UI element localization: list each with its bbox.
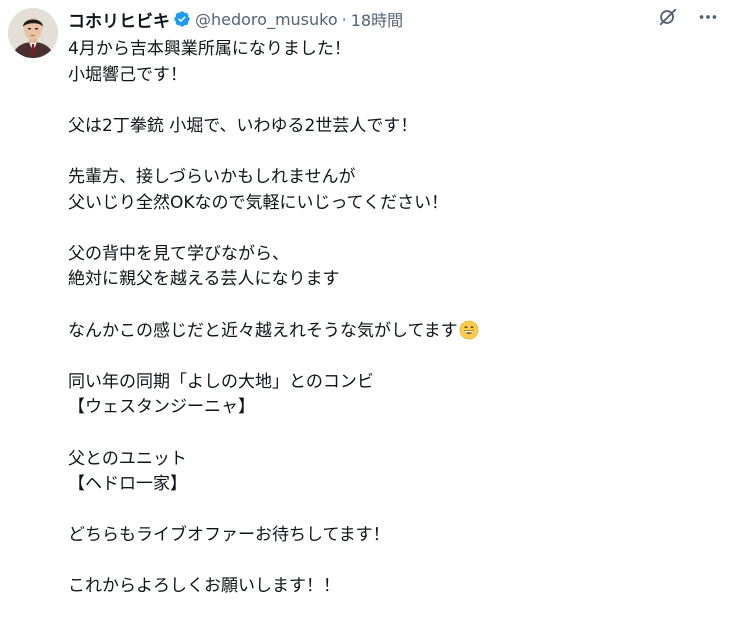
tweet-line: 先輩方、接しづらいかもしれませんが	[68, 166, 356, 187]
grinning-face-emoji-icon	[459, 320, 479, 340]
tweet-line: 父とのユニット	[68, 448, 187, 469]
tweet: コホリヒビキ @hedoro_musuko · 18時間 4月から吉本興業所属に…	[0, 0, 729, 617]
tweet-line: なんかこの感じだと近々越えれそうな気がしてます	[68, 320, 458, 341]
tweet-line: 小堀響己です！	[68, 64, 187, 85]
tweet-line: これからよろしくお願いします！！	[68, 576, 340, 597]
tweet-line-with-emoji: なんかこの感じだと近々越えれそうな気がしてます	[68, 319, 708, 345]
separator-dot: ·	[341, 9, 347, 29]
tweet-line: 父の背中を見て学びながら、	[68, 243, 289, 264]
tweet-line: 同い年の同期「よしの大地」とのコンビ	[68, 371, 374, 392]
avatar[interactable]	[8, 8, 58, 58]
tweet-line: どちらもライブオファーお待ちしてます！	[68, 525, 390, 546]
tweet-text: 4月から吉本興業所属になりました！ 小堀響己です！ 父は2丁拳銃 小堀で、いわゆ…	[68, 37, 708, 600]
grok-icon[interactable]	[657, 6, 679, 28]
verified-badge-icon	[173, 10, 191, 28]
tweet-line: 4月から吉本興業所属になりました！	[68, 39, 351, 59]
tweet-line: 絶対に親父を越える芸人になります	[68, 269, 340, 290]
tweet-line: 【ウェスタンジーニャ】	[68, 397, 255, 418]
header-actions	[657, 6, 719, 28]
timestamp[interactable]: 18時間	[351, 7, 403, 31]
tweet-header: コホリヒビキ @hedoro_musuko · 18時間	[68, 6, 403, 32]
more-icon[interactable]	[697, 6, 719, 28]
display-name[interactable]: コホリヒビキ	[68, 7, 170, 32]
tweet-line: 父いじり全然OKなので気軽にいじってください！	[68, 192, 449, 213]
tweet-line: 父は2丁拳銃 小堀で、いわゆる2世芸人です！	[68, 115, 418, 136]
user-handle[interactable]: @hedoro_musuko	[195, 10, 338, 29]
tweet-line: 【ヘドロ一家】	[68, 474, 187, 495]
